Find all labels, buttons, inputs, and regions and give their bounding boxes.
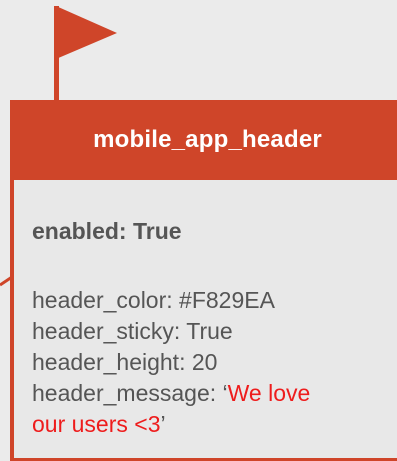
config-header-sticky: header_sticky: True <box>32 318 233 344</box>
enabled-value: True <box>132 218 182 244</box>
header-message-prefix: header_message: ‘ <box>32 380 228 406</box>
card-title: mobile_app_header <box>93 126 322 153</box>
config-list: header_color: #F829EA header_sticky: Tru… <box>32 285 310 440</box>
config-header-color: header_color: #F829EA <box>32 287 275 313</box>
enabled-status: enabled: True <box>32 218 182 245</box>
header-message-value-part2: our users <3 <box>32 411 161 437</box>
enabled-label: enabled: <box>32 218 127 244</box>
card-header: mobile_app_header <box>10 100 397 180</box>
config-header-message: header_message: ‘We love <box>32 378 310 409</box>
config-header-message-cont: our users <3’ <box>32 409 310 440</box>
card-body: enabled: True header_color: #F829EA head… <box>10 180 397 461</box>
config-header-height: header_height: 20 <box>32 349 218 375</box>
header-message-value-part1: We love <box>227 380 311 406</box>
header-message-suffix: ’ <box>160 411 166 437</box>
feature-flag-card: mobile_app_header enabled: True header_c… <box>10 100 397 461</box>
flag-icon <box>56 6 117 59</box>
